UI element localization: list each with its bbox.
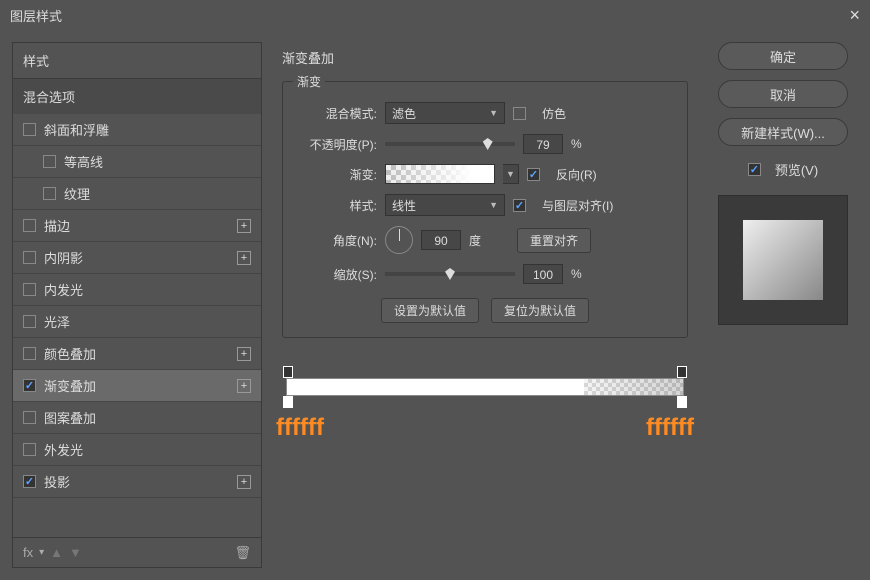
color-stop-right[interactable]	[677, 396, 687, 408]
styles-sidebar: 样式 混合选项 斜面和浮雕等高线纹理描边 + 内阴影 + 内发光光泽颜色叠加 + 渐变叠加 +…	[12, 42, 262, 568]
style-item-label: 内发光	[44, 280, 83, 299]
reset-align-button[interactable]: 重置对齐	[517, 228, 591, 253]
style-item-label: 图案叠加	[44, 408, 96, 427]
style-item-label: 描边	[44, 216, 70, 235]
style-checkbox[interactable]	[23, 283, 36, 296]
style-checkbox[interactable]	[23, 251, 36, 264]
sidebar-item-4[interactable]: 内阴影 +	[13, 242, 261, 274]
sidebar-item-10[interactable]: 外发光	[13, 434, 261, 466]
chevron-down-icon: ▼	[489, 108, 498, 118]
style-item-label: 外发光	[44, 440, 83, 459]
set-default-button[interactable]: 设置为默认值	[381, 298, 479, 323]
style-item-label: 纹理	[64, 184, 90, 203]
sidebar-item-11[interactable]: 投影 +	[13, 466, 261, 498]
gradient-bar[interactable]	[286, 378, 684, 396]
opacity-label: 不透明度(P):	[297, 136, 377, 153]
dither-checkbox[interactable]	[513, 107, 526, 120]
sidebar-blend-options[interactable]: 混合选项	[13, 79, 261, 114]
close-icon[interactable]: ×	[849, 5, 860, 26]
style-checkbox[interactable]	[43, 155, 56, 168]
sidebar-item-9[interactable]: 图案叠加	[13, 402, 261, 434]
opacity-input[interactable]: 79	[523, 134, 563, 154]
reverse-checkbox[interactable]	[527, 168, 540, 181]
hex-right-label: ffffff	[646, 414, 694, 442]
opacity-slider[interactable]	[385, 142, 515, 146]
sidebar-item-6[interactable]: 光泽	[13, 306, 261, 338]
sidebar-item-0[interactable]: 斜面和浮雕	[13, 114, 261, 146]
style-checkbox[interactable]	[23, 379, 36, 392]
trash-icon[interactable]: 🗑	[234, 545, 251, 561]
panel-title: 渐变叠加	[282, 42, 688, 73]
style-item-label: 投影	[44, 472, 70, 491]
preview-box	[718, 195, 848, 325]
style-checkbox[interactable]	[23, 347, 36, 360]
hex-left-label: ffffff	[276, 414, 324, 442]
blend-mode-label: 混合模式:	[297, 105, 377, 122]
reset-default-button[interactable]: 复位为默认值	[491, 298, 589, 323]
sidebar-item-7[interactable]: 颜色叠加 +	[13, 338, 261, 370]
style-checkbox[interactable]	[23, 411, 36, 424]
scale-label: 缩放(S):	[297, 266, 377, 283]
ok-button[interactable]: 确定	[718, 42, 848, 70]
opacity-stop-left[interactable]	[283, 366, 293, 378]
sidebar-item-1[interactable]: 等高线	[13, 146, 261, 178]
style-checkbox[interactable]	[23, 443, 36, 456]
blend-mode-select[interactable]: 滤色▼	[385, 102, 505, 124]
align-checkbox[interactable]	[513, 199, 526, 212]
sidebar-item-2[interactable]: 纹理	[13, 178, 261, 210]
preview-label: 预览(V)	[775, 160, 818, 179]
style-label: 样式:	[297, 197, 377, 214]
group-label: 渐变	[293, 73, 325, 90]
angle-input[interactable]: 90	[421, 230, 461, 250]
style-item-label: 渐变叠加	[44, 376, 96, 395]
preview-checkbox[interactable]	[748, 163, 761, 176]
new-style-button[interactable]: 新建样式(W)...	[718, 118, 848, 146]
cancel-button[interactable]: 取消	[718, 80, 848, 108]
style-select[interactable]: 线性▼	[385, 194, 505, 216]
preview-swatch	[743, 220, 823, 300]
action-panel: 确定 取消 新建样式(W)... 预览(V)	[708, 42, 858, 568]
angle-dial[interactable]	[385, 226, 413, 254]
sidebar-item-8[interactable]: 渐变叠加 +	[13, 370, 261, 402]
style-checkbox[interactable]	[23, 315, 36, 328]
gradient-label: 渐变:	[297, 166, 377, 183]
gradient-picker[interactable]	[385, 164, 495, 184]
fx-caret-icon[interactable]: ▾	[39, 547, 44, 558]
sidebar-item-3[interactable]: 描边 +	[13, 210, 261, 242]
style-item-label: 光泽	[44, 312, 70, 331]
style-item-label: 等高线	[64, 152, 103, 171]
add-effect-icon[interactable]: +	[237, 475, 251, 489]
scale-input[interactable]: 100	[523, 264, 563, 284]
reverse-label: 反向(R)	[556, 166, 597, 183]
chevron-down-icon: ▼	[489, 200, 498, 210]
window-title: 图层样式	[10, 6, 62, 25]
style-item-label: 斜面和浮雕	[44, 120, 109, 139]
dither-label: 仿色	[542, 105, 566, 122]
gradient-dropdown-icon[interactable]: ▼	[503, 164, 519, 184]
style-item-label: 内阴影	[44, 248, 83, 267]
move-up-icon[interactable]: ▲	[50, 545, 63, 560]
style-checkbox[interactable]	[23, 123, 36, 136]
opacity-stop-right[interactable]	[677, 366, 687, 378]
align-label: 与图层对齐(I)	[542, 197, 613, 214]
scale-slider[interactable]	[385, 272, 515, 276]
sidebar-header: 样式	[13, 43, 261, 79]
color-stop-left[interactable]	[283, 396, 293, 408]
angle-label: 角度(N):	[297, 232, 377, 249]
move-down-icon[interactable]: ▼	[69, 545, 82, 560]
style-checkbox[interactable]	[23, 475, 36, 488]
style-checkbox[interactable]	[23, 219, 36, 232]
style-item-label: 颜色叠加	[44, 344, 96, 363]
add-effect-icon[interactable]: +	[237, 219, 251, 233]
add-effect-icon[interactable]: +	[237, 379, 251, 393]
add-effect-icon[interactable]: +	[237, 251, 251, 265]
sidebar-item-5[interactable]: 内发光	[13, 274, 261, 306]
add-effect-icon[interactable]: +	[237, 347, 251, 361]
fx-label[interactable]: fx	[23, 545, 33, 560]
style-checkbox[interactable]	[43, 187, 56, 200]
settings-panel: 渐变叠加 渐变 混合模式: 滤色▼ 仿色 不透明度(P): 79 % 渐变: ▼	[262, 42, 708, 568]
